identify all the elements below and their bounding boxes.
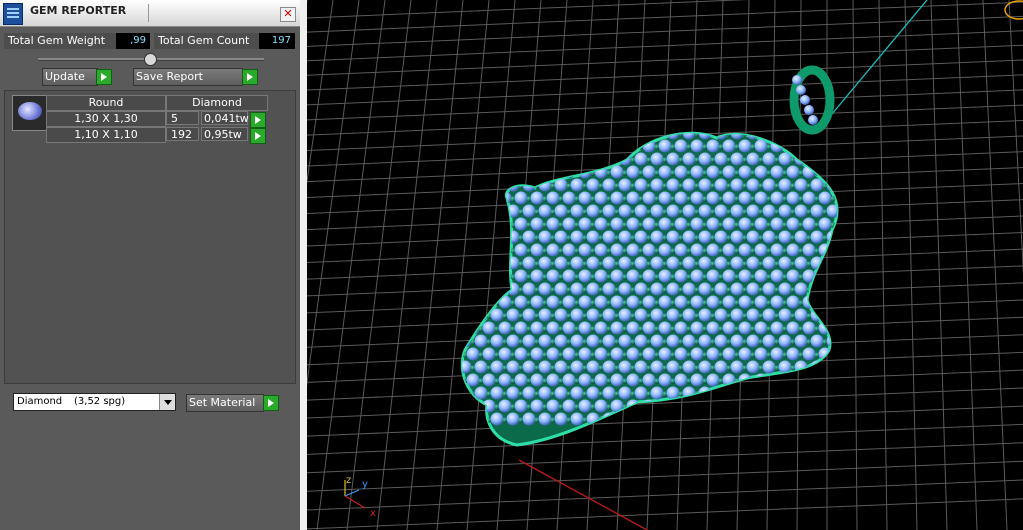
bail-gem — [796, 85, 806, 95]
3d-viewport[interactable]: z y x — [307, 0, 1023, 530]
app-icon — [3, 3, 23, 25]
close-icon[interactable]: ✕ — [280, 7, 296, 22]
gizmo-x-label: x — [370, 508, 376, 519]
bail-gem — [800, 95, 810, 105]
row-1-count: 5 — [166, 111, 199, 125]
row-1-go-icon[interactable] — [250, 112, 266, 128]
total-gem-weight-label: Total Gem Weight — [4, 33, 118, 49]
material-name: Diamond — [17, 396, 63, 407]
row-2-weight: 0,95tw — [201, 127, 248, 141]
material-dropdown[interactable]: Diamond (3,52 spg) — [13, 393, 176, 411]
gem-shape-icon[interactable] — [12, 95, 48, 131]
total-gem-weight-value: ,99 — [116, 33, 150, 49]
total-gem-count-label: Total Gem Count — [154, 33, 262, 49]
update-button[interactable]: Update — [42, 68, 98, 86]
gem-reporter-panel: GEM REPORTER ✕ Total Gem Weight ,99 Tota… — [0, 0, 300, 530]
row-2-size: 1,10 X 1,10 — [46, 127, 166, 143]
column-header-material: Diamond — [166, 95, 268, 111]
window-title: GEM REPORTER — [30, 4, 127, 17]
row-1-weight: 0,041tw — [201, 111, 249, 125]
chevron-down-icon[interactable] — [159, 394, 175, 410]
gizmo-z-label: z — [346, 475, 351, 486]
row-2-count: 192 — [166, 127, 199, 141]
gem-list: Round Diamond 1,30 X 1,30 5 0,041tw 1,10… — [4, 90, 296, 384]
slider-handle[interactable] — [144, 53, 157, 66]
bail-gem — [804, 105, 814, 115]
save-report-go-icon[interactable] — [242, 69, 258, 85]
panel-divider[interactable] — [300, 0, 307, 530]
title-separator — [148, 4, 149, 22]
bail-gem — [792, 75, 802, 85]
update-go-icon[interactable] — [96, 69, 112, 85]
y-axis-line — [826, 0, 928, 121]
save-report-button[interactable]: Save Report — [133, 68, 243, 86]
axis-gizmo: z y x — [344, 475, 376, 519]
set-material-button[interactable]: Set Material — [186, 394, 264, 412]
column-header-shape: Round — [46, 95, 166, 111]
set-material-go-icon[interactable] — [263, 395, 279, 411]
title-bar: GEM REPORTER ✕ — [0, 0, 300, 27]
viewport-canvas[interactable]: z y x — [307, 0, 1023, 530]
material-density: (3,52 spg) — [74, 396, 126, 407]
gizmo-y-label: y — [362, 479, 368, 490]
row-2-go-icon[interactable] — [250, 128, 266, 144]
bail-gem — [808, 115, 818, 125]
total-gem-count-value: 197 — [259, 33, 295, 49]
row-1-size: 1,30 X 1,30 — [46, 111, 166, 127]
